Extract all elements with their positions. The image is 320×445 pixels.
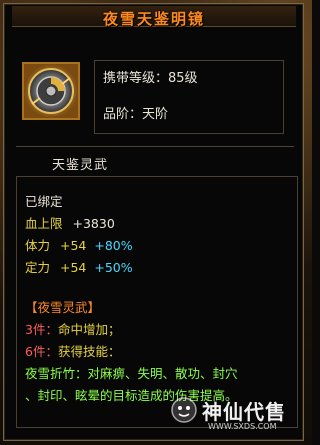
divider	[16, 146, 294, 147]
watermark-brand: 神仙代售	[202, 400, 286, 424]
section-title: 天鉴灵武	[52, 158, 109, 173]
stat-hp: 血上限 +3830	[25, 213, 115, 232]
item-rarity: 品阶：天阶	[103, 107, 169, 122]
stat-con: 体力 +54 +80%	[25, 235, 133, 254]
item-info-box: 携带等级：85级 品阶：天阶	[94, 60, 284, 134]
watermark: 神仙代售 WWW.SXDS.COM	[170, 396, 306, 436]
item-tooltip-panel: 夜雪天鉴明镜 携带等级：85级 品阶：天阶 天鉴灵武 已绑定 血上限 +3830…	[3, 3, 304, 441]
set-piece-3-label: 3件：	[25, 322, 58, 337]
stat-hp-label: 血上限	[25, 216, 63, 231]
stat-dex: 定力 +54 +50%	[25, 257, 133, 276]
stat-con-value: +54	[60, 238, 87, 253]
stat-dex-bonus: +50%	[94, 260, 133, 275]
title-bar: 夜雪天鉴明镜	[12, 6, 296, 28]
carry-level: 携带等级：85级	[103, 71, 198, 86]
stat-dex-value: +54	[60, 260, 87, 275]
stat-con-label: 体力	[25, 238, 51, 253]
set-piece-6-label: 6件：	[25, 344, 58, 359]
mirror-disc-icon[interactable]	[22, 62, 80, 120]
watermark-url: WWW.SXDS.COM	[208, 422, 277, 431]
stats-box: 已绑定 血上限 +3830 体力 +54 +80% 定力 +54 +50% 【夜…	[16, 176, 298, 428]
set-piece-6: 6件：获得技能：	[25, 341, 120, 360]
set-name: 【夜雪灵武】	[25, 300, 101, 315]
bound-status: 已绑定	[25, 194, 63, 209]
item-title: 夜雪天鉴明镜	[102, 10, 205, 28]
set-piece-3-text: 命中增加；	[57, 322, 121, 337]
skill-desc-line-1: 夜雪折竹：对麻痹、失明、散功、封穴	[25, 366, 238, 381]
set-piece-6-text: 获得技能：	[57, 344, 121, 359]
stat-dex-label: 定力	[25, 260, 51, 275]
stat-hp-value: +3830	[72, 216, 115, 231]
stat-con-bonus: +80%	[94, 238, 133, 253]
watermark-logo-icon	[170, 396, 198, 424]
set-piece-3: 3件：命中增加；	[25, 319, 120, 338]
